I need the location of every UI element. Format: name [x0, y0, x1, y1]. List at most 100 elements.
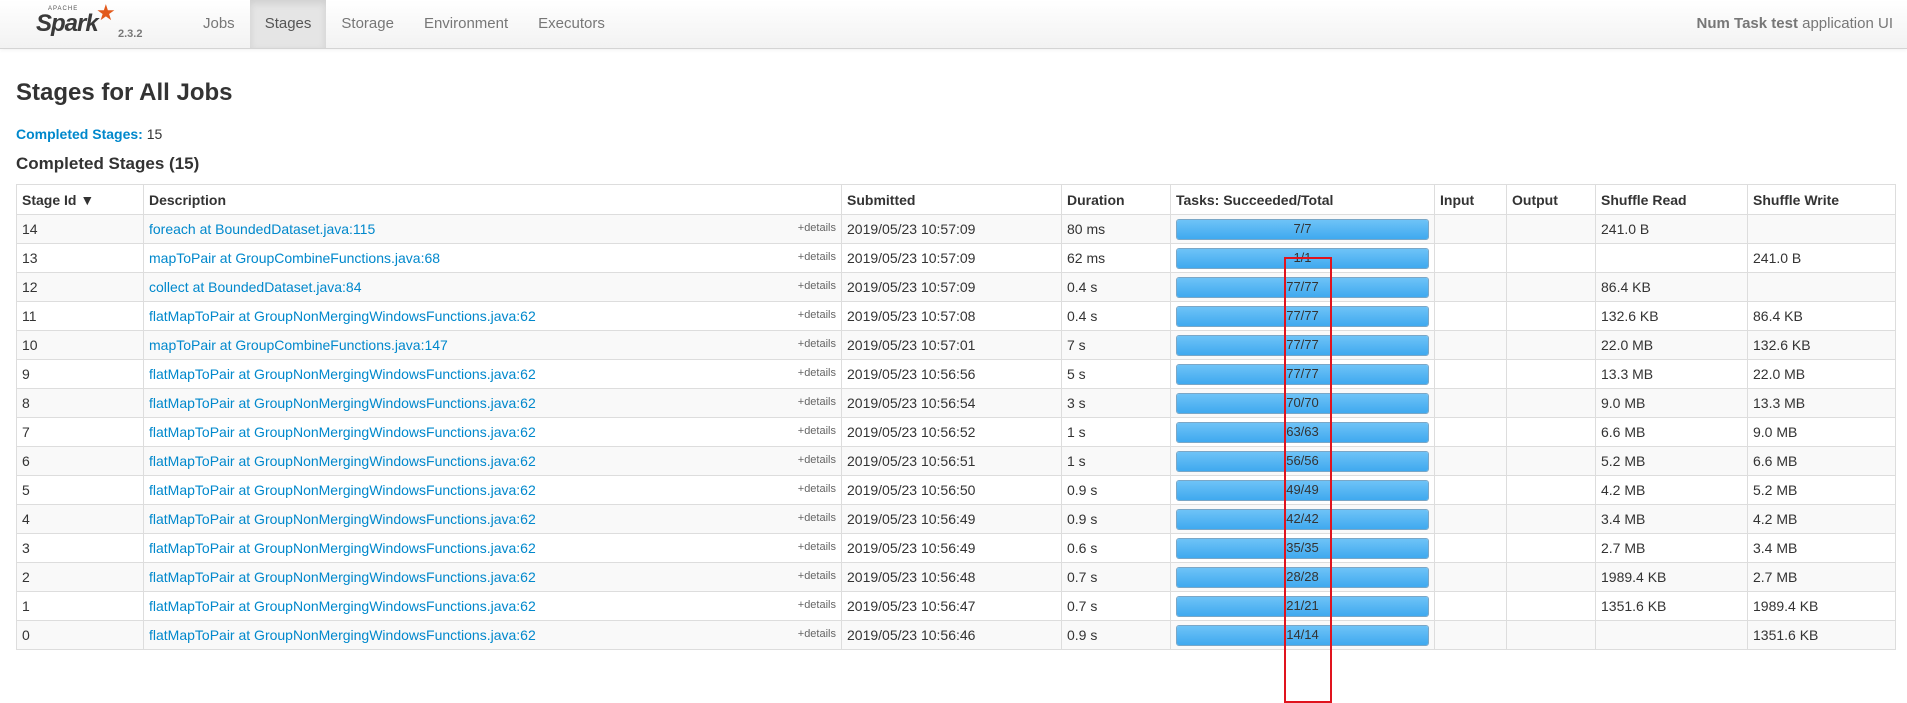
stage-description-link[interactable]: flatMapToPair at GroupNonMergingWindowsF… — [149, 453, 536, 469]
header-stage-id[interactable]: Stage Id ▼ — [16, 184, 144, 215]
shuffle-read-cell — [1595, 243, 1748, 273]
tasks-progress-bar: 14/14 — [1176, 624, 1429, 646]
shuffle-write-cell — [1747, 214, 1896, 244]
details-toggle[interactable]: +details — [798, 570, 836, 582]
stage-description-link[interactable]: flatMapToPair at GroupNonMergingWindowsF… — [149, 482, 536, 498]
duration-cell: 62 ms — [1061, 243, 1171, 273]
output-cell — [1506, 243, 1596, 273]
stage-description-link[interactable]: flatMapToPair at GroupNonMergingWindowsF… — [149, 366, 536, 382]
stage-description-link[interactable]: flatMapToPair at GroupNonMergingWindowsF… — [149, 569, 536, 585]
stage-description-link[interactable]: flatMapToPair at GroupNonMergingWindowsF… — [149, 395, 536, 411]
details-toggle[interactable]: +details — [798, 251, 836, 263]
output-cell — [1506, 301, 1596, 331]
shuffle-write-cell: 1989.4 KB — [1747, 591, 1896, 621]
stage-description-link[interactable]: mapToPair at GroupCombineFunctions.java:… — [149, 337, 448, 353]
header-tasks[interactable]: Tasks: Succeeded/Total — [1170, 184, 1435, 215]
details-toggle[interactable]: +details — [798, 425, 836, 437]
stage-id-cell: 5 — [16, 475, 144, 505]
shuffle-write-cell: 2.7 MB — [1747, 562, 1896, 592]
stage-description-link[interactable]: flatMapToPair at GroupNonMergingWindowsF… — [149, 598, 536, 614]
spark-logo[interactable]: APACHE Spark ★ 2.3.2 — [34, 0, 154, 48]
stage-id-cell: 9 — [16, 359, 144, 389]
details-toggle[interactable]: +details — [798, 599, 836, 611]
section-title[interactable]: Completed Stages (15) — [16, 154, 199, 174]
input-cell — [1434, 562, 1507, 592]
stage-description-link[interactable]: flatMapToPair at GroupNonMergingWindowsF… — [149, 308, 536, 324]
input-cell — [1434, 359, 1507, 389]
stage-description-link[interactable]: flatMapToPair at GroupNonMergingWindowsF… — [149, 627, 536, 643]
tasks-progress-bar: 1/1 — [1176, 247, 1429, 269]
table-row: 7 flatMapToPair at GroupNonMergingWindows… — [16, 417, 1896, 447]
details-toggle[interactable]: +details — [798, 280, 836, 292]
tasks-cell: 7/7 — [1170, 214, 1435, 244]
shuffle-write-cell: 6.6 MB — [1747, 446, 1896, 476]
details-toggle[interactable]: +details — [798, 222, 836, 234]
input-cell — [1434, 330, 1507, 360]
duration-cell: 1 s — [1061, 417, 1171, 447]
submitted-cell: 2019/05/23 10:56:54 — [841, 388, 1062, 418]
shuffle-read-cell: 86.4 KB — [1595, 272, 1748, 302]
stage-description-link[interactable]: flatMapToPair at GroupNonMergingWindowsF… — [149, 511, 536, 527]
stage-description-link[interactable]: mapToPair at GroupCombineFunctions.java:… — [149, 250, 440, 266]
output-cell — [1506, 562, 1596, 592]
header-submitted[interactable]: Submitted — [841, 184, 1062, 215]
application-name: Num Task test — [1696, 15, 1798, 32]
tab-environment[interactable]: Environment — [409, 0, 523, 48]
duration-cell: 0.9 s — [1061, 620, 1171, 650]
stage-description-link[interactable]: foreach at BoundedDataset.java:115 — [149, 221, 375, 237]
tasks-progress-bar: 21/21 — [1176, 595, 1429, 617]
details-toggle[interactable]: +details — [798, 541, 836, 553]
stage-id-cell: 8 — [16, 388, 144, 418]
duration-cell: 7 s — [1061, 330, 1171, 360]
stages-table-body: 14 foreach at BoundedDataset.java:115 +det… — [16, 214, 1896, 650]
table-row: 9 flatMapToPair at GroupNonMergingWindows… — [16, 359, 1896, 389]
description-cell: flatMapToPair at GroupNonMergingWindowsF… — [143, 533, 842, 563]
submitted-cell: 2019/05/23 10:56:50 — [841, 475, 1062, 505]
details-toggle[interactable]: +details — [798, 483, 836, 495]
tab-stages[interactable]: Stages — [249, 0, 327, 48]
shuffle-read-cell — [1595, 620, 1748, 650]
shuffle-write-cell: 3.4 MB — [1747, 533, 1896, 563]
header-duration[interactable]: Duration — [1061, 184, 1171, 215]
shuffle-read-cell: 241.0 B — [1595, 214, 1748, 244]
details-toggle[interactable]: +details — [798, 338, 836, 350]
details-toggle[interactable]: +details — [798, 454, 836, 466]
stage-description-link[interactable]: flatMapToPair at GroupNonMergingWindowsF… — [149, 540, 536, 556]
details-toggle[interactable]: +details — [798, 367, 836, 379]
header-shuffle-write[interactable]: Shuffle Write — [1747, 184, 1896, 215]
submitted-cell: 2019/05/23 10:57:08 — [841, 301, 1062, 331]
stages-table: Stage Id ▼ Description Submitted Duratio… — [16, 184, 1896, 650]
description-cell: flatMapToPair at GroupNonMergingWindowsF… — [143, 446, 842, 476]
tab-jobs[interactable]: Jobs — [188, 0, 250, 48]
details-toggle[interactable]: +details — [798, 512, 836, 524]
tab-storage[interactable]: Storage — [326, 0, 409, 48]
submitted-cell: 2019/05/23 10:56:46 — [841, 620, 1062, 650]
description-cell: flatMapToPair at GroupNonMergingWindowsF… — [143, 562, 842, 592]
application-title: Num Task test application UI — [1697, 0, 1893, 47]
header-input[interactable]: Input — [1434, 184, 1507, 215]
shuffle-write-cell: 86.4 KB — [1747, 301, 1896, 331]
tasks-cell: 77/77 — [1170, 359, 1435, 389]
header-description[interactable]: Description — [143, 184, 842, 215]
tab-executors[interactable]: Executors — [523, 0, 620, 48]
header-shuffle-read[interactable]: Shuffle Read — [1595, 184, 1748, 215]
stage-id-cell: 6 — [16, 446, 144, 476]
header-output[interactable]: Output — [1506, 184, 1596, 215]
stages-summary: Completed Stages: 15 — [16, 126, 162, 142]
stage-description-link[interactable]: collect at BoundedDataset.java:84 — [149, 279, 361, 295]
details-toggle[interactable]: +details — [798, 309, 836, 321]
details-toggle[interactable]: +details — [798, 628, 836, 640]
completed-stages-link[interactable]: Completed Stages: — [16, 126, 143, 142]
duration-cell: 0.9 s — [1061, 475, 1171, 505]
page-title: Stages for All Jobs — [16, 79, 233, 106]
submitted-cell: 2019/05/23 10:57:09 — [841, 243, 1062, 273]
stage-description-link[interactable]: flatMapToPair at GroupNonMergingWindowsF… — [149, 424, 536, 440]
submitted-cell: 2019/05/23 10:56:49 — [841, 533, 1062, 563]
details-toggle[interactable]: +details — [798, 396, 836, 408]
tasks-progress-label: 77/77 — [1286, 365, 1319, 381]
stage-id-cell: 7 — [16, 417, 144, 447]
duration-cell: 1 s — [1061, 446, 1171, 476]
duration-cell: 5 s — [1061, 359, 1171, 389]
output-cell — [1506, 272, 1596, 302]
tasks-progress-bar: 77/77 — [1176, 334, 1429, 356]
